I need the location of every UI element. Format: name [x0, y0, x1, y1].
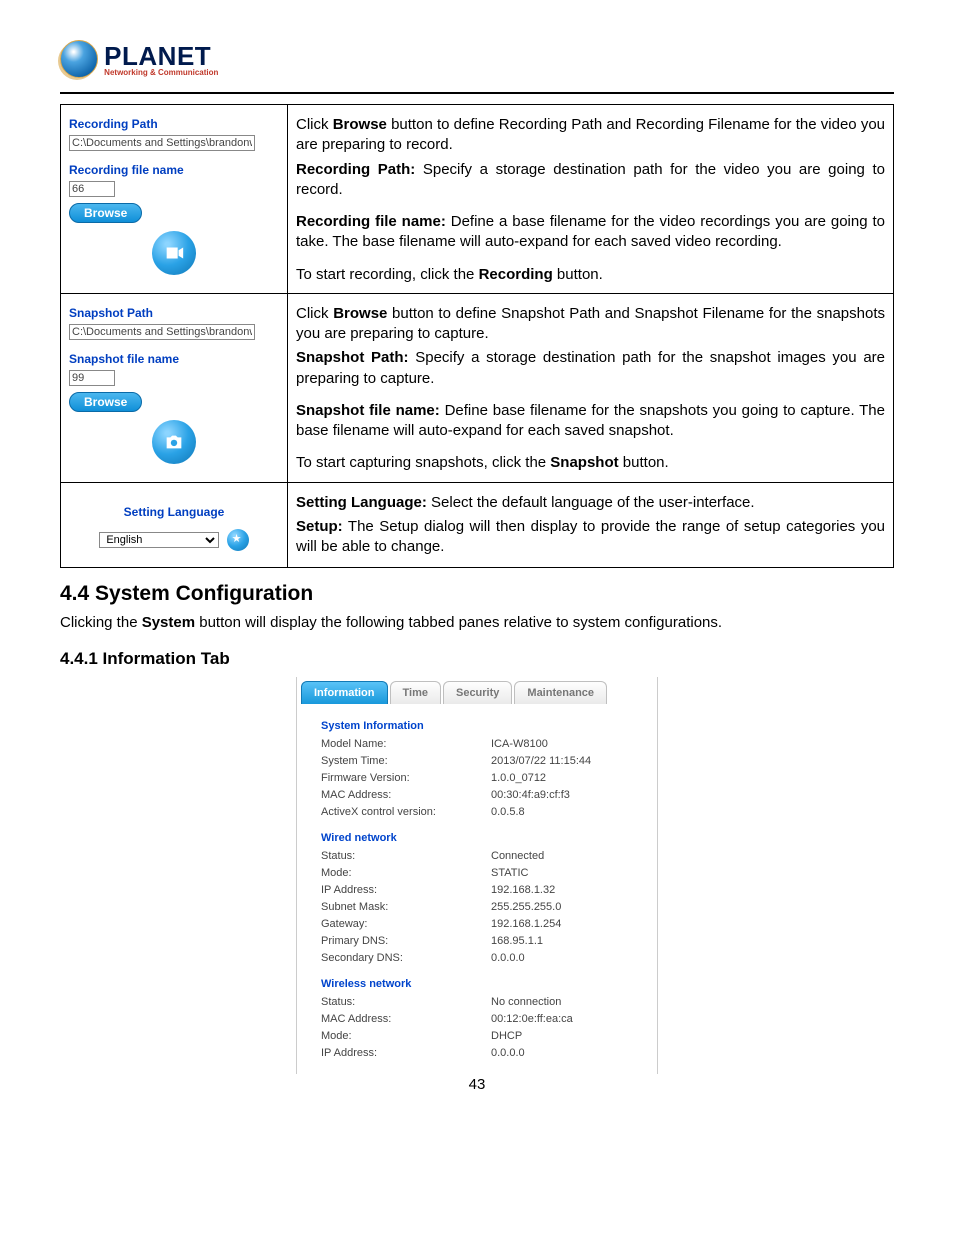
- recording-browse-button[interactable]: Browse: [69, 203, 142, 223]
- page-number: 43: [60, 1076, 894, 1093]
- snapshot-browse-button[interactable]: Browse: [69, 392, 142, 412]
- tab-maintenance[interactable]: Maintenance: [514, 681, 607, 704]
- setting-language-label: Setting Language: [69, 505, 279, 519]
- language-apply-button[interactable]: [227, 529, 249, 551]
- brand-subtitle: Networking & Communication: [104, 68, 218, 77]
- system-information-heading: System Information: [321, 720, 633, 732]
- tab-information[interactable]: Information: [301, 681, 388, 704]
- recording-path-label: Recording Path: [69, 117, 279, 131]
- header-rule: [60, 92, 894, 94]
- wired-network-heading: Wired network: [321, 832, 633, 844]
- wireless-network-heading: Wireless network: [321, 978, 633, 990]
- snapshot-path-label: Snapshot Path: [69, 306, 279, 320]
- recording-file-label: Recording file name: [69, 163, 279, 177]
- snapshot-file-input[interactable]: [69, 370, 115, 386]
- recording-file-input[interactable]: [69, 181, 115, 197]
- snapshot-path-input[interactable]: [69, 324, 255, 340]
- snapshot-icon[interactable]: [152, 420, 196, 464]
- record-icon[interactable]: [152, 231, 196, 275]
- section-text: Clicking the System button will display …: [60, 612, 894, 633]
- snapshot-file-label: Snapshot file name: [69, 352, 279, 366]
- information-panel: Information Time Security Maintenance Sy…: [296, 677, 658, 1074]
- recording-path-input[interactable]: [69, 135, 255, 151]
- feature-table: Recording Path Recording file name Brows…: [60, 104, 894, 568]
- language-select[interactable]: English: [99, 532, 219, 548]
- subsection-heading: 4.4.1 Information Tab: [60, 649, 894, 669]
- tab-security[interactable]: Security: [443, 681, 512, 704]
- page-header: PLANET Networking & Communication: [60, 40, 894, 78]
- tab-time[interactable]: Time: [390, 681, 441, 704]
- section-heading: 4.4 System Configuration: [60, 582, 894, 606]
- globe-icon: [60, 40, 98, 78]
